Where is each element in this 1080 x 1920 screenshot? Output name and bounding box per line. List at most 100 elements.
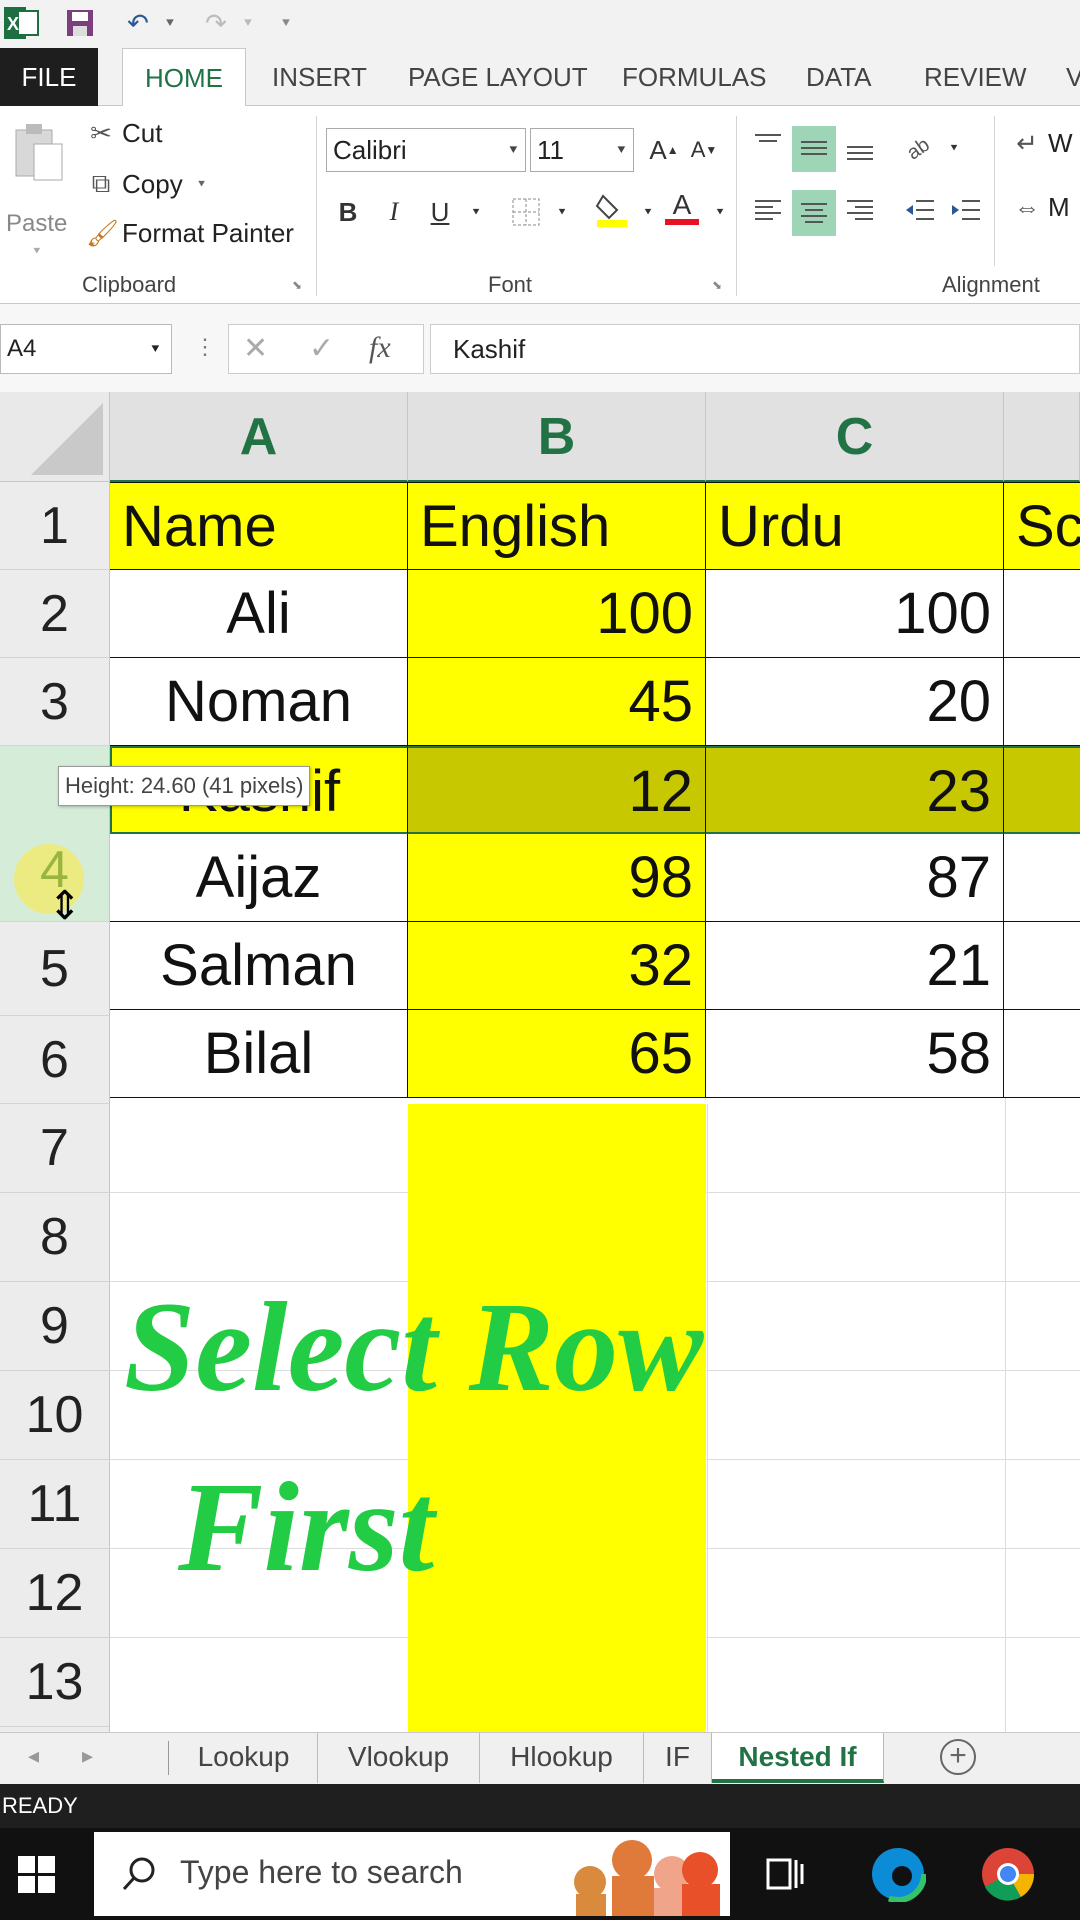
cancel-icon[interactable]: ✕ [243,331,268,366]
sheet-tab-vlookup[interactable]: Vlookup [318,1733,480,1783]
wrap-text-icon: ↵ [1016,128,1038,158]
windows-taskbar: Type here to search [0,1828,1080,1920]
align-middle-icon[interactable] [792,126,836,172]
shrink-font-icon[interactable]: A ▼ [684,130,724,170]
copy-button[interactable]: ⧉ Copy ⯆ [86,168,207,200]
format-painter-label: Format Painter [122,218,294,248]
sheet-tab-hlookup[interactable]: Hlookup [480,1733,644,1783]
wrap-text-label: W [1048,128,1073,158]
paintbrush-icon: 🖌 [86,218,120,248]
grow-font-icon[interactable]: A ▲ [644,130,684,170]
tab-view[interactable]: V [1066,48,1080,106]
tab-file[interactable]: FILE [0,48,98,106]
ribbon-tabs: FILE HOME INSERT PAGE LAYOUT FORMULAS DA… [0,48,1080,107]
tab-insert[interactable]: INSERT [272,48,367,106]
chrome-browser-icon[interactable] [980,1846,1036,1907]
font-size-select[interactable]: 11 ⯆ [530,128,634,172]
overlay-line-2: First [177,1456,438,1598]
formula-buttons: ✕ ✓ fx [228,324,424,374]
wrap-text-button[interactable]: ↵ W [1012,128,1073,159]
font-launcher-icon[interactable]: ⬊ [712,278,722,292]
orientation-dropdown-icon[interactable]: ⯆ [934,128,974,168]
insert-function-icon[interactable]: fx [369,331,391,365]
sheet-tab-lookup[interactable]: Lookup [170,1733,318,1783]
paste-label: Paste [6,210,68,237]
merge-label: M [1048,192,1070,222]
windows-start-icon[interactable] [18,1856,56,1899]
underline-button[interactable]: U [420,192,460,232]
cut-button[interactable]: ✂ Cut [86,118,162,149]
underline-dropdown-icon[interactable]: ⯆ [456,192,496,232]
svg-text:X: X [7,14,19,34]
format-painter-button[interactable]: 🖌 Format Painter [86,218,294,249]
font-color-icon[interactable]: A [662,188,702,228]
tab-formulas[interactable]: FORMULAS [622,48,766,106]
name-box[interactable]: A4 ⯆ [0,324,172,374]
align-center-icon[interactable] [792,190,836,236]
italic-button[interactable]: I [374,192,414,232]
paste-dropdown-icon[interactable]: ⯆ [32,244,42,259]
cut-label: Cut [122,118,163,148]
tab-review[interactable]: REVIEW [924,48,1027,106]
save-icon[interactable] [60,6,100,40]
borders-dropdown-icon[interactable]: ⯆ [542,192,582,232]
annotation-overlay: Select Row First [124,1276,704,1598]
copy-label: Copy [122,168,183,199]
svg-text:ab: ab [904,134,934,161]
overlay-line-1: Select Row [124,1276,704,1418]
worksheet-grid: A B C 1 2 3 4 5 6 7 8 9 10 11 12 13 14 ⇕… [0,392,1080,1732]
merge-center-button[interactable]: ⇔ M [1012,192,1070,223]
sheet-tab-if[interactable]: IF [644,1733,712,1783]
undo-icon[interactable]: ↶ [118,6,158,40]
clipboard-group-label: Clipboard [82,272,177,297]
borders-icon[interactable] [506,192,546,232]
sheet-tab-bar: ◂ ▸ Lookup Vlookup Hlookup IF Nested If … [0,1732,1080,1784]
tab-data[interactable]: DATA [806,48,871,106]
font-name-value: Calibri [333,135,407,165]
add-sheet-icon[interactable]: + [940,1739,976,1775]
font-name-select[interactable]: Calibri ⯆ [326,128,526,172]
edge-browser-icon[interactable] [869,1845,927,1907]
redo-dropdown-icon[interactable]: ⯆ [238,6,258,40]
taskbar-search-box[interactable]: Type here to search [94,1832,730,1916]
search-highlight-illustration [574,1840,720,1916]
scissors-icon: ✂ [90,118,112,148]
bold-button[interactable]: B [328,192,368,232]
chevron-down-icon: ⯆ [507,142,519,158]
enter-icon[interactable]: ✓ [309,331,334,366]
excel-window: X ↶ ⯆ ↷ ⯆ ⯆ FILE HOME INSERT PAGE LAYOUT… [0,0,1080,1920]
increase-indent-icon[interactable] [946,190,986,230]
copy-icon: ⧉ [91,168,111,198]
redo-icon[interactable]: ↷ [196,6,236,40]
tab-page-layout[interactable]: PAGE LAYOUT [408,48,588,106]
sheet-tab-nested-if[interactable]: Nested If [712,1733,884,1783]
tab-home[interactable]: HOME [122,48,246,107]
copy-dropdown-icon[interactable]: ⯆ [197,177,207,192]
status-bar: READY [0,1784,1080,1828]
scroll-right-icon[interactable]: ▸ [82,1743,93,1769]
name-box-value: A4 [7,335,37,362]
ribbon: Paste ⯆ ✂ Cut ⧉ Copy ⯆ 🖌 Format Painter Clip… [0,106,1080,304]
excel-logo-icon: X [0,6,44,40]
alignment-group-label: Alignment [942,272,1040,297]
align-bottom-icon[interactable] [840,126,880,166]
fill-color-icon[interactable] [592,190,632,230]
search-icon [122,1857,155,1891]
clipboard-launcher-icon[interactable]: ⬊ [292,278,302,292]
font-group-label: Font [488,272,533,297]
decrease-indent-icon[interactable] [900,190,940,230]
chevron-down-icon: ⯆ [615,142,627,158]
scroll-left-icon[interactable]: ◂ [28,1743,39,1769]
formula-input[interactable]: Kashif [430,324,1080,374]
align-top-icon[interactable] [748,124,788,164]
align-right-icon[interactable] [840,190,880,230]
task-view-icon[interactable] [764,1854,804,1899]
undo-dropdown-icon[interactable]: ⯆ [160,6,180,40]
separator [168,1741,169,1775]
customize-qat-icon[interactable]: ⯆ [276,6,296,40]
quick-access-toolbar: X ↶ ⯆ ↷ ⯆ ⯆ [0,0,1080,48]
paste-button[interactable]: Paste ⯆ [4,122,68,258]
separator [994,116,995,266]
align-left-icon[interactable] [748,190,788,230]
font-color-dropdown-icon[interactable]: ⯆ [700,192,740,232]
